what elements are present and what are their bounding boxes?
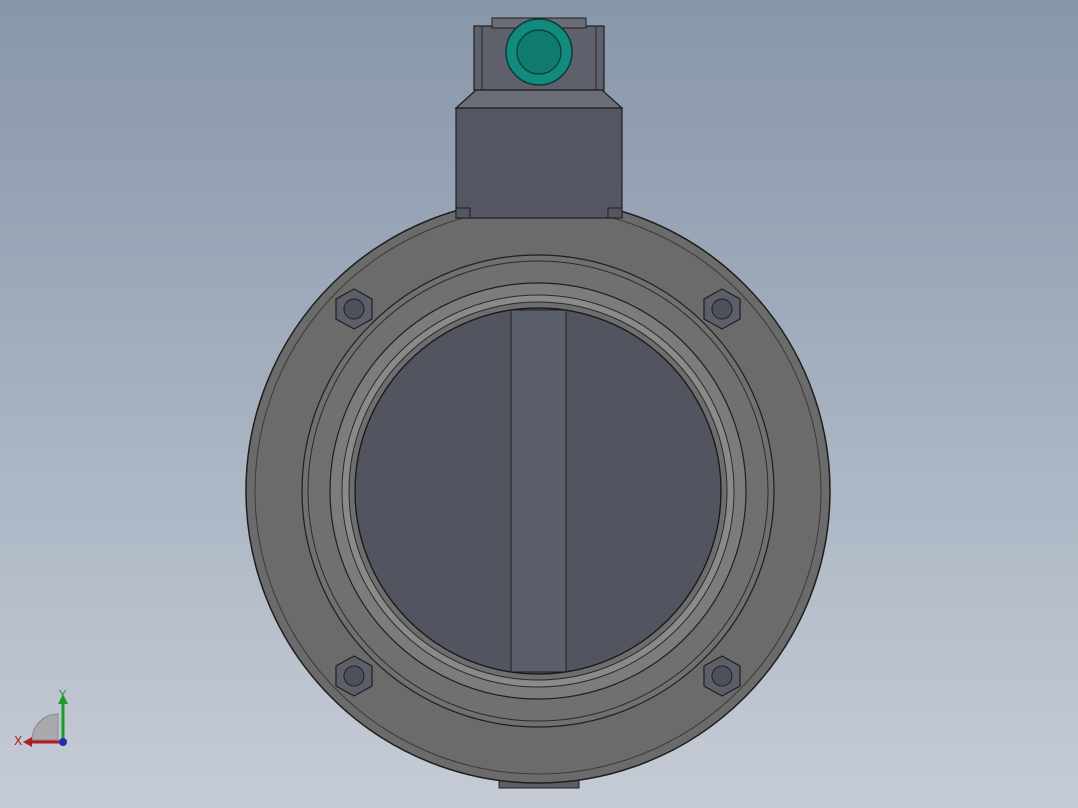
x-axis-label: X (14, 734, 22, 748)
neck-shoulder (454, 89, 624, 109)
z-axis-dot (59, 738, 67, 746)
triad-plane (31, 713, 59, 741)
valve-model[interactable] (0, 0, 1078, 808)
disc-shaft (510, 309, 567, 673)
valve-neck (455, 107, 623, 219)
knob-center (516, 29, 562, 75)
reference-triad[interactable]: Y X (10, 686, 80, 756)
graphics-viewport[interactable]: Y X (0, 0, 1078, 808)
y-axis-label: Y (58, 688, 67, 702)
